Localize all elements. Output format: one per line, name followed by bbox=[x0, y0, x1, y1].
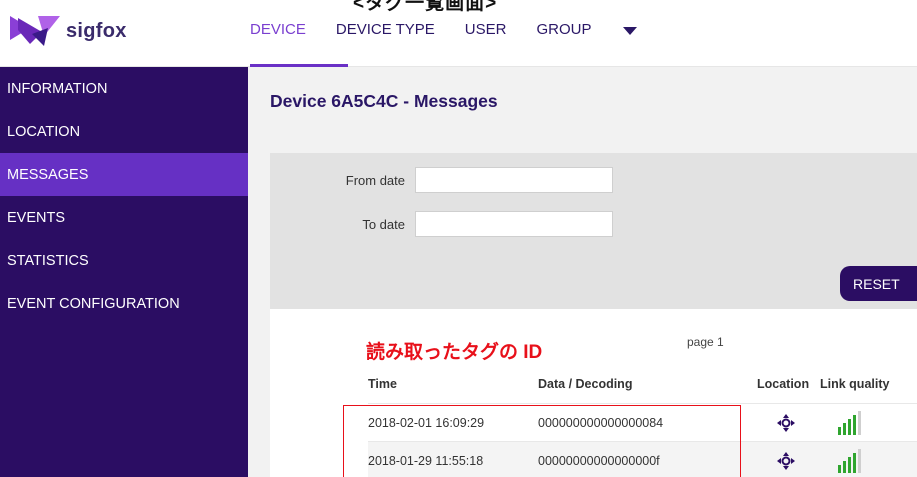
nav-user[interactable]: USER bbox=[465, 21, 507, 38]
column-header-time[interactable]: Time bbox=[368, 377, 397, 391]
signal-bar bbox=[853, 453, 856, 473]
nav-device[interactable]: DEVICE bbox=[250, 21, 306, 38]
to-date-row: To date bbox=[270, 211, 613, 237]
sidebar-item-messages[interactable]: MESSAGES bbox=[0, 153, 248, 196]
logo-text: sigfox bbox=[66, 19, 127, 42]
from-date-row: From date bbox=[270, 167, 613, 193]
crosshair-icon[interactable] bbox=[776, 413, 796, 433]
sigfox-logo-icon bbox=[10, 16, 60, 46]
sidebar: INFORMATION LOCATION MESSAGES EVENTS STA… bbox=[0, 67, 248, 477]
date-filter-panel: From date To date RESET bbox=[270, 153, 917, 309]
sidebar-item-information[interactable]: INFORMATION bbox=[0, 67, 248, 110]
tag-id-highlight-box bbox=[343, 405, 741, 477]
tag-id-annotation: 読み取ったタグの ID bbox=[366, 342, 543, 363]
signal-bar bbox=[838, 427, 841, 435]
signal-bar bbox=[843, 461, 846, 473]
sidebar-item-statistics[interactable]: STATISTICS bbox=[0, 239, 248, 282]
nav-device-type[interactable]: DEVICE TYPE bbox=[336, 21, 435, 38]
link-quality-bars bbox=[838, 411, 863, 435]
signal-bar bbox=[848, 457, 851, 473]
link-quality-bars bbox=[838, 449, 863, 473]
column-header-location[interactable]: Location bbox=[757, 377, 809, 391]
sidebar-item-events[interactable]: EVENTS bbox=[0, 196, 248, 239]
from-date-input[interactable] bbox=[415, 167, 613, 193]
signal-bar bbox=[848, 419, 851, 435]
sigfox-logo[interactable]: sigfox bbox=[8, 14, 138, 48]
crosshair-icon[interactable] bbox=[776, 451, 796, 471]
chevron-down-icon[interactable] bbox=[623, 26, 638, 35]
page-indicator: page 1 bbox=[687, 335, 724, 349]
signal-bar bbox=[858, 411, 861, 435]
signal-bar bbox=[858, 449, 861, 473]
reset-button[interactable]: RESET bbox=[840, 266, 917, 301]
column-header-link-quality[interactable]: Link quality bbox=[820, 377, 889, 391]
sidebar-item-event-configuration[interactable]: EVENT CONFIGURATION bbox=[0, 282, 248, 325]
column-header-data[interactable]: Data / Decoding bbox=[538, 377, 632, 391]
to-date-input[interactable] bbox=[415, 211, 613, 237]
to-date-label: To date bbox=[362, 216, 405, 232]
page-title: Device 6A5C4C - Messages bbox=[270, 91, 498, 111]
from-date-label: From date bbox=[345, 172, 405, 188]
signal-bar bbox=[853, 415, 856, 435]
nav-group[interactable]: GROUP bbox=[536, 21, 591, 38]
messages-table: 読み取ったタグの ID page 1 Time Data / Decoding … bbox=[270, 309, 917, 477]
screen-annotation: <タグ一覧画面> bbox=[353, 0, 498, 14]
signal-bar bbox=[843, 423, 846, 435]
signal-bar bbox=[838, 465, 841, 473]
main-nav: DEVICE DEVICE TYPE USER GROUP bbox=[250, 14, 638, 44]
main-content: Device 6A5C4C - Messages From date To da… bbox=[248, 67, 917, 477]
sidebar-item-location[interactable]: LOCATION bbox=[0, 110, 248, 153]
